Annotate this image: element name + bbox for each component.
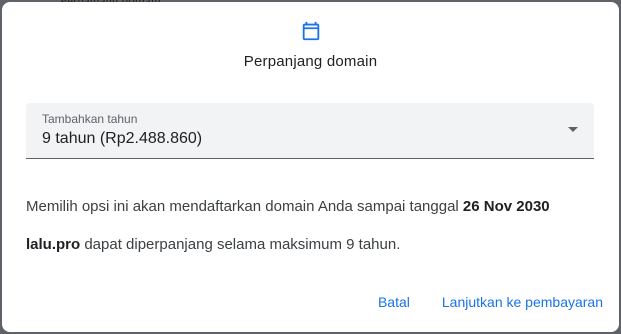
add-years-select[interactable]: Tambahkan tahun 9 tahun (Rp2.488.860): [26, 103, 594, 159]
calendar-icon: [300, 20, 322, 42]
add-years-label: Tambahkan tahun: [42, 112, 138, 126]
max-renewal-text: dapat diperpanjang selama maksimum 9 tah…: [80, 236, 401, 253]
expiry-message-text: Memilih opsi ini akan mendaftarkan domai…: [26, 198, 463, 215]
cancel-button[interactable]: Batal: [378, 294, 410, 310]
expiry-message: Memilih opsi ini akan mendaftarkan domai…: [26, 198, 550, 215]
expiry-date: 26 Nov 2030: [462, 198, 550, 215]
dialog-actions: Batal Lanjutkan ke pembayaran: [378, 294, 603, 310]
domain-name: lalu.pro: [26, 236, 81, 253]
continue-to-payment-button[interactable]: Lanjutkan ke pembayaran: [442, 294, 603, 310]
renew-domain-dialog: Perpanjang domain Tambahkan tahun 9 tahu…: [2, 2, 619, 332]
dialog-title: Perpanjang domain: [243, 53, 378, 70]
add-years-value: 9 tahun (Rp2.488.860): [42, 130, 203, 147]
max-renewal-message: lalu.pro dapat diperpanjang selama maksi…: [26, 236, 400, 253]
dialog-header: [2, 20, 619, 47]
dropdown-arrow-icon[interactable]: [568, 127, 578, 132]
